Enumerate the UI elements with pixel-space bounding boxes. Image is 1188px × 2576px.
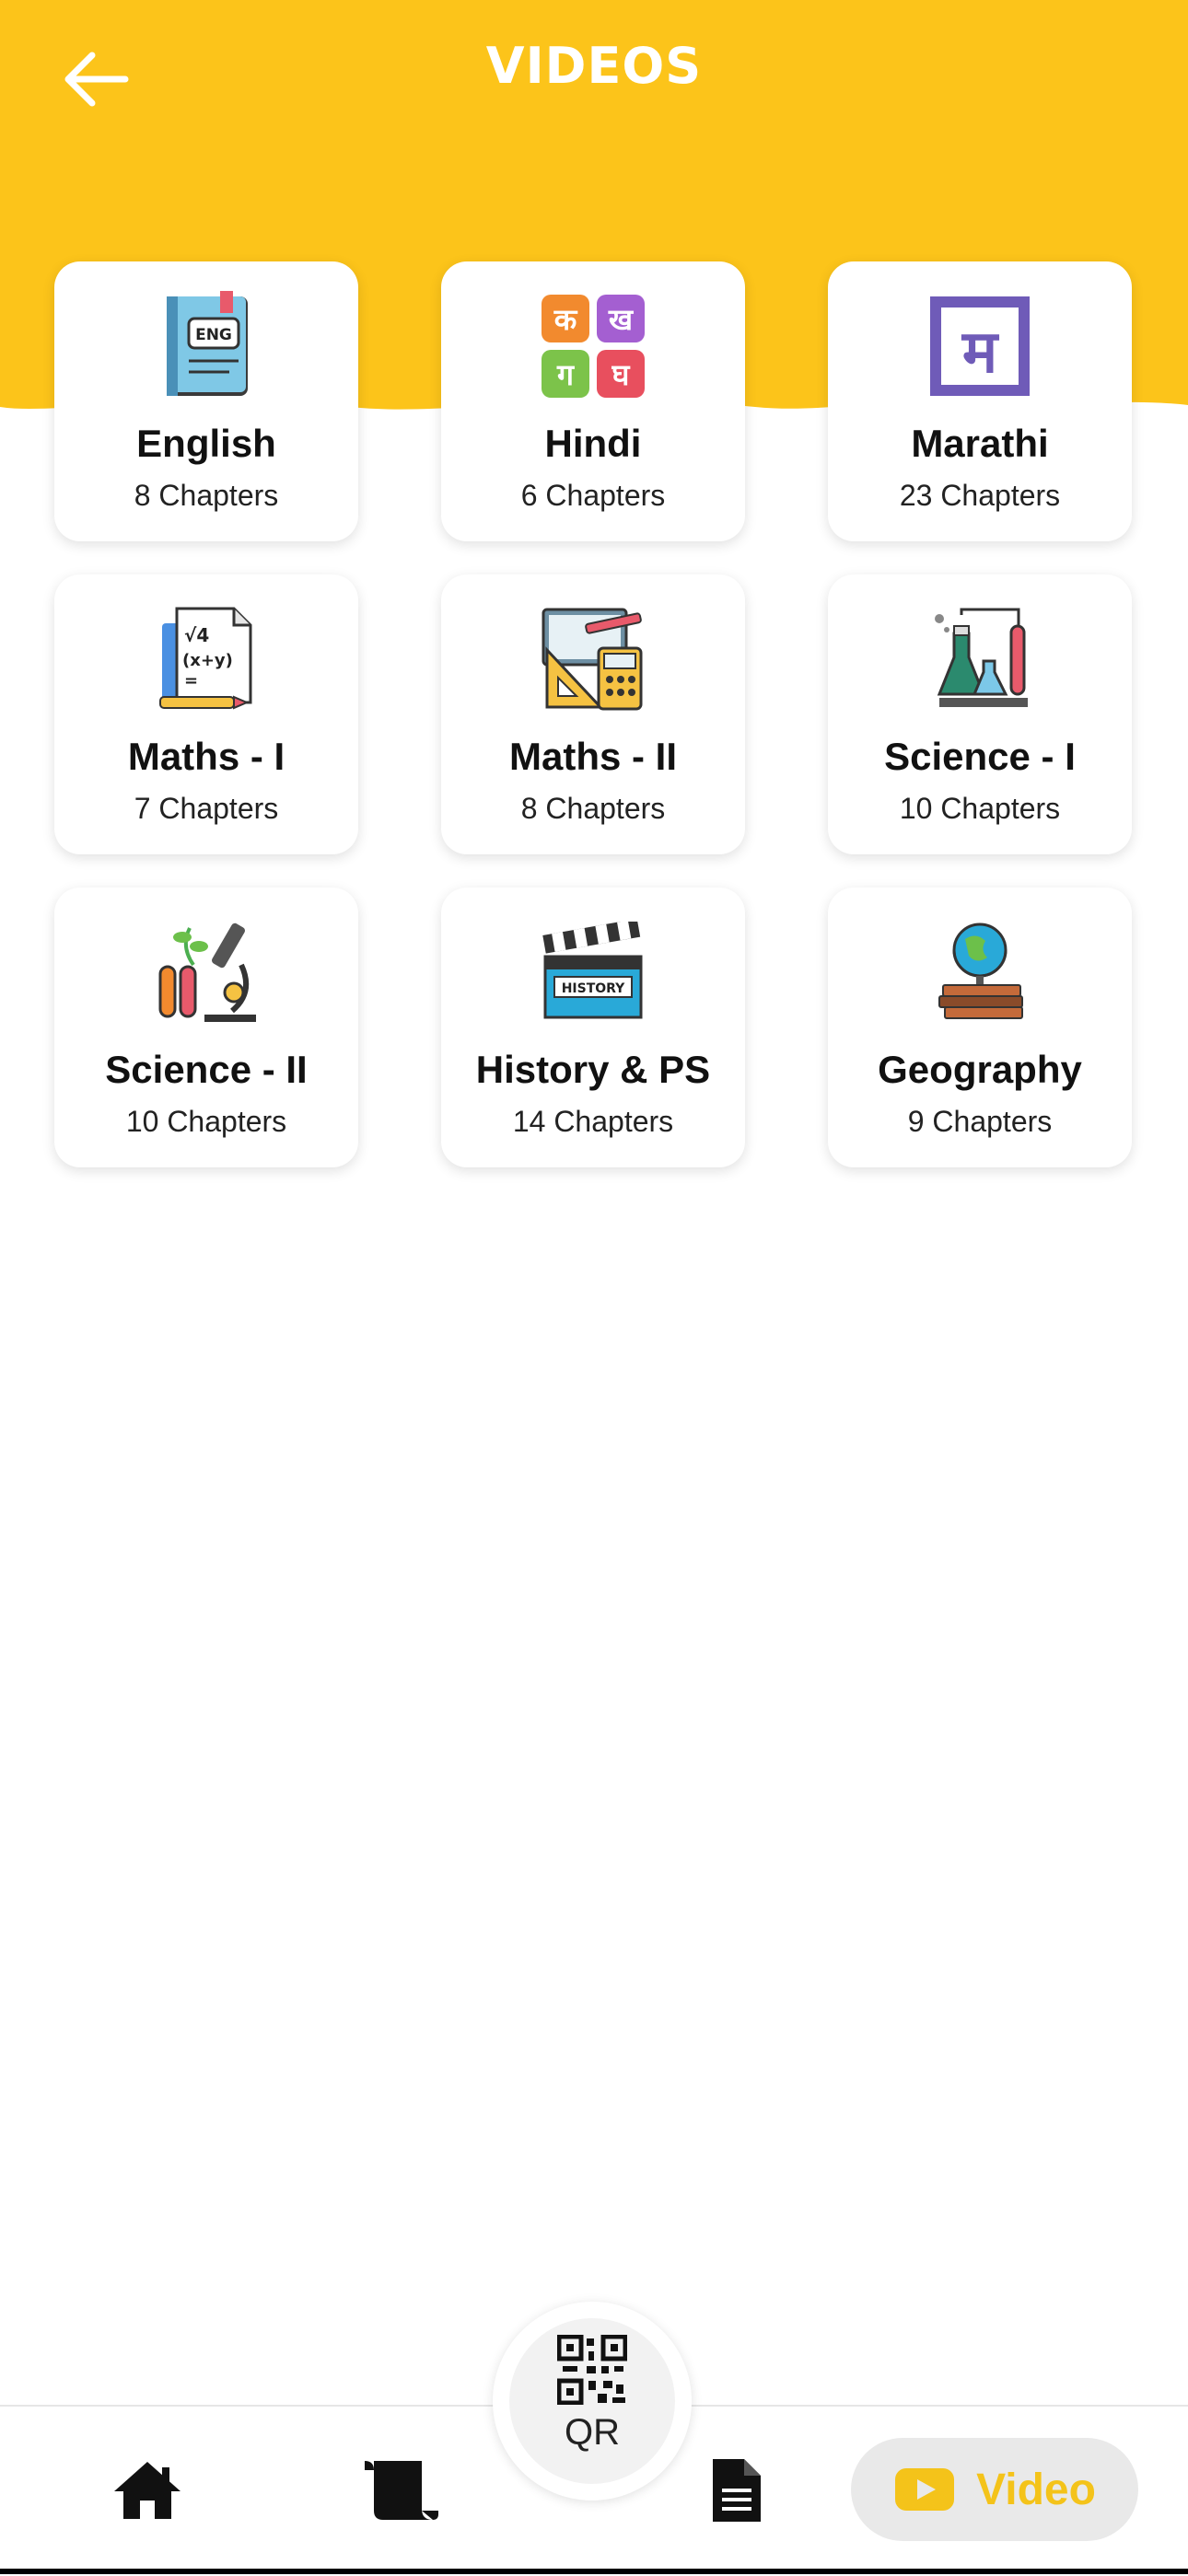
home-button[interactable] (106, 2449, 189, 2532)
chapter-count: 9 Chapters (907, 1105, 1053, 1138)
qr-button-inner: QR (509, 2318, 675, 2484)
chapter-count: 6 Chapters (520, 479, 666, 512)
document-icon (713, 2459, 761, 2522)
subject-name: English (136, 422, 276, 465)
subject-name: Maths - II (508, 735, 677, 778)
subject-card-geography[interactable]: Geography 9 Chapters (828, 888, 1132, 1167)
document-button[interactable] (695, 2449, 778, 2532)
chemistry-flasks-icon (921, 600, 1039, 718)
subject-name: History & PS (475, 1048, 711, 1091)
chapter-count: 10 Chapters (899, 792, 1061, 825)
qr-scan-button[interactable]: QR (493, 2302, 692, 2501)
qr-code-icon (557, 2335, 627, 2405)
home-icon (114, 2462, 181, 2519)
subject-card-maths-2[interactable]: Maths - II 8 Chapters (441, 574, 745, 854)
subject-name: Maths - I (127, 735, 285, 778)
system-navigation-bar (0, 2569, 1188, 2574)
chapter-count: 8 Chapters (134, 479, 279, 512)
history-clapboard-icon: HISTORY (534, 913, 652, 1031)
subject-name: Marathi (911, 422, 1049, 465)
chapter-count: 7 Chapters (134, 792, 279, 825)
youtube-play-icon (895, 2468, 955, 2511)
subject-card-english[interactable]: ENG English 8 Chapters (54, 261, 358, 541)
subject-card-maths-1[interactable]: √4 (x+y) = Maths - I 7 Chapters (54, 574, 358, 854)
video-tab-button[interactable]: Video (851, 2438, 1138, 2541)
chapter-count: 23 Chapters (899, 479, 1061, 512)
chapter-count: 8 Chapters (520, 792, 666, 825)
maths-paper-icon: √4 (x+y) = (147, 600, 265, 718)
marathi-letter-icon: म (921, 287, 1039, 405)
svg-text:ENG: ENG (195, 326, 232, 344)
english-book-icon: ENG (147, 287, 265, 405)
subject-card-hindi[interactable]: क ख ग घ Hindi 6 Chapters (441, 261, 745, 541)
subject-name: Science - II (105, 1048, 308, 1091)
svg-text:√4: √4 (184, 624, 209, 646)
subject-card-marathi[interactable]: म Marathi 23 Chapters (828, 261, 1132, 541)
svg-text:HISTORY: HISTORY (562, 981, 625, 996)
subject-name: Geography (878, 1048, 1082, 1091)
hindi-letters-icon: क ख ग घ (534, 287, 652, 405)
subject-name: Science - I (884, 735, 1076, 778)
svg-text:म: म (961, 319, 1000, 387)
geometry-tools-icon (534, 600, 652, 718)
chapter-count: 14 Chapters (512, 1105, 674, 1138)
svg-text:(x+y): (x+y) (182, 651, 233, 670)
subject-grid: ENG English 8 Chapters क ख ग घ Hindi 6 C… (54, 261, 1132, 1167)
scroll-icon (365, 2461, 438, 2520)
subject-card-history-ps[interactable]: HISTORY History & PS 14 Chapters (441, 888, 745, 1167)
page-title: VIDEOS (485, 37, 703, 95)
svg-text:घ: घ (611, 357, 631, 392)
svg-text:ख: ख (608, 302, 635, 337)
svg-text:ग: ग (556, 357, 575, 392)
subject-name: Hindi (544, 422, 642, 465)
video-tab-label: Video (976, 2465, 1096, 2514)
microscope-icon (147, 913, 265, 1031)
globe-books-icon (921, 913, 1039, 1031)
subject-card-science-1[interactable]: Science - I 10 Chapters (828, 574, 1132, 854)
svg-text:क: क (553, 302, 578, 337)
chapter-count: 10 Chapters (125, 1105, 287, 1138)
subject-card-science-2[interactable]: Science - II 10 Chapters (54, 888, 358, 1167)
scroll-button[interactable] (359, 2449, 442, 2532)
qr-label: QR (565, 2412, 620, 2453)
svg-text:=: = (184, 671, 198, 690)
